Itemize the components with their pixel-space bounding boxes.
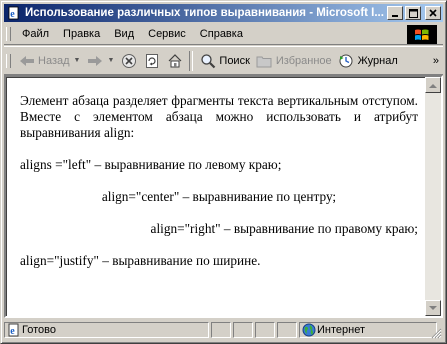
- history-button[interactable]: Журнал: [335, 52, 401, 69]
- browser-window: e Использование различных типов выравнив…: [0, 0, 447, 344]
- menu-file[interactable]: Файл: [15, 28, 56, 40]
- ie-page-icon[interactable]: e: [6, 5, 22, 21]
- refresh-button[interactable]: [140, 52, 163, 69]
- scroll-down-button[interactable]: [425, 300, 441, 316]
- svg-text:e: e: [10, 326, 15, 337]
- back-dropdown-icon[interactable]: ▼: [74, 57, 81, 64]
- close-button[interactable]: [425, 6, 441, 20]
- status-panel-empty-1: [211, 322, 231, 338]
- svg-text:e: e: [10, 9, 15, 20]
- back-label: Назад: [38, 54, 70, 67]
- maximize-button[interactable]: [405, 6, 421, 20]
- stop-icon: [120, 52, 137, 69]
- align-left-paragraph: aligns ="left" – выравнивание по левому …: [20, 157, 282, 172]
- forward-arrow-icon: [86, 52, 103, 69]
- status-panel-empty-2: [233, 322, 253, 338]
- favorites-label: Избранное: [275, 54, 332, 67]
- toolbar-grip: [6, 53, 11, 68]
- favorites-folder-icon: [256, 52, 273, 69]
- favorites-button[interactable]: Избранное: [253, 52, 335, 69]
- intro-paragraph: Элемент абзаца разделяет фрагменты текст…: [20, 93, 418, 140]
- history-label: Журнал: [357, 54, 398, 67]
- status-panel: e Готово: [4, 322, 209, 338]
- status-text: Готово: [22, 324, 56, 336]
- resize-grip-icon[interactable]: [430, 327, 442, 339]
- status-panel-empty-4: [277, 322, 297, 338]
- status-panel-empty-3: [255, 322, 275, 338]
- vertical-scrollbar[interactable]: [425, 77, 441, 316]
- toolbar-overflow-chevron-icon[interactable]: »: [433, 55, 439, 67]
- standard-toolbar: Назад ▼ ▼ Поиск Избранное Журнал »: [4, 46, 443, 75]
- menu-tools[interactable]: Сервис: [141, 28, 193, 40]
- page-body: Элемент абзаца разделяет фрагменты текст…: [20, 93, 418, 285]
- align-right-paragraph: align="right" – выравнивание по правому …: [150, 221, 418, 236]
- document-view[interactable]: Элемент абзаца разделяет фрагменты текст…: [4, 75, 443, 318]
- history-icon: [338, 52, 355, 69]
- title-bar[interactable]: e Использование различных типов выравнив…: [4, 4, 443, 22]
- stop-button[interactable]: [117, 52, 140, 69]
- search-button[interactable]: Поиск: [196, 52, 252, 69]
- window-title: Использование различных типов выравниван…: [25, 7, 384, 19]
- minimize-button[interactable]: [387, 6, 403, 20]
- align-center-paragraph: align="center" – выравнивание по центру;: [101, 189, 337, 204]
- scroll-up-button[interactable]: [425, 77, 441, 93]
- back-arrow-icon: [18, 52, 35, 69]
- forward-button[interactable]: ▼: [83, 52, 117, 69]
- home-icon: [166, 52, 183, 69]
- align-justify-paragraph: align="justify" – выравнивание по ширине…: [20, 253, 261, 268]
- home-button[interactable]: [163, 52, 186, 69]
- search-icon: [199, 52, 216, 69]
- menu-bar: Файл Правка Вид Сервис Справка: [4, 24, 443, 45]
- zone-panel: Интернет: [299, 322, 437, 338]
- forward-dropdown-icon[interactable]: ▼: [107, 57, 114, 64]
- menu-edit[interactable]: Правка: [56, 28, 107, 40]
- internet-globe-icon: [300, 322, 317, 339]
- windows-logo-icon: [407, 25, 437, 44]
- refresh-icon: [143, 52, 160, 69]
- menu-view[interactable]: Вид: [107, 28, 141, 40]
- zone-text: Интернет: [317, 324, 365, 336]
- status-bar: e Готово Интернет: [4, 320, 443, 340]
- toolbar-separator: [189, 50, 194, 71]
- back-button[interactable]: Назад ▼: [15, 52, 83, 69]
- page-done-icon: e: [5, 322, 22, 339]
- menu-help[interactable]: Справка: [193, 28, 250, 40]
- search-label: Поиск: [219, 54, 250, 67]
- menu-grip: [6, 27, 11, 41]
